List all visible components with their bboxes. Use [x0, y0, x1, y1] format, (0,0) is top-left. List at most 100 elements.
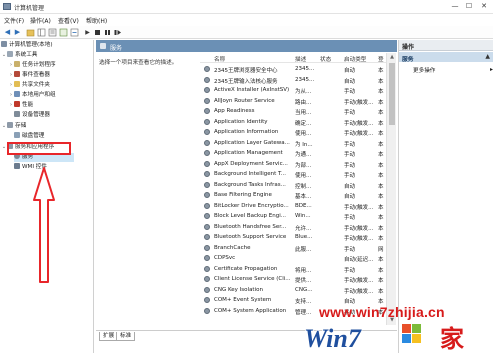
table-row[interactable]: ActiveX Installer (AxInstSV) 为从... 手动 本	[200, 85, 386, 96]
service-description: 控制...	[295, 183, 312, 190]
refresh-icon[interactable]	[59, 28, 68, 37]
forward-icon[interactable]: ▶	[13, 28, 22, 37]
description-text: 选择一个项目来查看它的描述。	[99, 60, 178, 66]
tree-item-disk-management[interactable]: 磁盘管理	[14, 132, 44, 141]
table-row[interactable]: CDPSvc 自动(延迟... 本	[200, 253, 386, 264]
more-actions-label: 更多操作	[413, 68, 436, 74]
start-service-icon[interactable]: ▶	[83, 28, 92, 37]
table-row[interactable]: Application Management 为通... 手动 本	[200, 148, 386, 159]
close-button[interactable]: ✕	[478, 2, 490, 11]
table-row[interactable]: AllJoyn Router Service 路由... 手动(触发... 本	[200, 96, 386, 107]
tree-item-task-scheduler[interactable]: › 任务计划程序	[8, 61, 56, 70]
scrollbar-thumb[interactable]	[389, 63, 395, 125]
tree-item-storage[interactable]: ⌄ 存储	[1, 122, 26, 131]
gear-icon	[204, 171, 210, 177]
tree-item-device-manager[interactable]: 设备管理器	[14, 111, 50, 120]
table-row[interactable]: Bluetooth Handsfree Ser... 允许... 手动(触发... 本	[200, 222, 386, 233]
table-row[interactable]: Application Layer Gatewa... 为 In... 手动 本	[200, 138, 386, 149]
menu-help[interactable]: 帮助(H)	[86, 16, 107, 25]
table-row[interactable]: 2345王牌输入法核心服务 2345... 自动 本	[200, 75, 386, 86]
service-startup-type: 手动	[344, 110, 356, 116]
service-startup-type: 手动(触发...	[344, 99, 374, 106]
table-row[interactable]: Application Identity 确定... 手动(触发... 本	[200, 117, 386, 128]
disk-icon	[14, 132, 20, 138]
service-logon: 本	[378, 267, 384, 274]
service-description: BDE...	[295, 202, 312, 209]
table-row[interactable]: Background Tasks Infras... 控制... 自动 本	[200, 180, 386, 191]
table-row[interactable]: App Readiness 当用... 手动 本	[200, 106, 386, 117]
properties-icon[interactable]	[48, 28, 57, 37]
table-row[interactable]: Certificate Propagation 将用... 手动 本	[200, 264, 386, 275]
scroll-up-icon[interactable]: ▲	[387, 53, 397, 62]
users-icon	[14, 91, 20, 97]
service-startup-type: 手动	[344, 141, 356, 148]
service-description: 为部...	[295, 162, 312, 169]
service-description: 允许...	[295, 225, 312, 232]
table-row[interactable]: Background Intelligent T... 使用... 手动 本	[200, 169, 386, 180]
gear-icon	[204, 265, 210, 272]
service-logon: 本	[378, 152, 384, 158]
service-startup-type: 手动(触发...	[344, 278, 374, 284]
service-logon: 本	[378, 162, 384, 169]
menu-action[interactable]: 操作(A)	[30, 16, 51, 25]
tree-item-local-users[interactable]: › 本地用户和组	[8, 91, 56, 100]
event-viewer-icon	[14, 71, 20, 77]
service-logon: 本	[378, 68, 384, 74]
table-row[interactable]: Block Level Backup Engi... Win... 手动 本	[200, 211, 386, 222]
actions-section-services[interactable]: 服务 ▲	[399, 52, 493, 63]
actions-title: 操作	[402, 44, 415, 51]
collapse-up-icon[interactable]: ▲	[485, 53, 490, 60]
service-name: COM+ System Application	[214, 307, 287, 314]
minimize-button[interactable]: —	[449, 2, 461, 11]
table-row[interactable]: BitLocker Drive Encryptio... BDE... 手动(触发.…	[200, 201, 386, 212]
service-startup-type: 手动	[344, 152, 356, 158]
tree-item-system-tools[interactable]: ⌄ 系统工具	[1, 51, 37, 60]
table-row[interactable]: CNG Key Isolation CNG... 手动(触发... 本	[200, 285, 386, 296]
column-header-status[interactable]: 状态	[320, 55, 331, 63]
clock-icon	[14, 61, 20, 67]
service-startup-type: 自动	[344, 68, 356, 74]
back-icon[interactable]: ◀	[3, 28, 12, 37]
service-startup-type: 手动	[344, 162, 356, 169]
service-logon: 本	[378, 257, 384, 263]
table-row[interactable]: Application Information 使用... 手动(触发... 本	[200, 127, 386, 138]
up-folder-icon[interactable]	[26, 28, 35, 37]
shared-folder-icon	[14, 81, 20, 87]
toolbar: ◀ ▶ ▶	[0, 26, 493, 39]
tree-item-shared-folders[interactable]: › 共享文件夹	[8, 81, 50, 90]
table-row[interactable]: Client License Service (Cli... 提供... 手动(触发…	[200, 274, 386, 285]
column-header-description[interactable]: 描述	[295, 55, 306, 63]
service-description: 管理...	[295, 309, 312, 316]
menu-file[interactable]: 文件(F)	[4, 16, 24, 25]
more-actions-link[interactable]: 更多操作 ▸	[413, 66, 493, 74]
tree-item-performance[interactable]: › 性能	[8, 101, 33, 110]
column-header-startup[interactable]: 启动类型	[344, 55, 366, 63]
service-description: CNG...	[295, 286, 313, 293]
pane-title: 服务	[110, 45, 123, 52]
menu-view[interactable]: 查看(V)	[58, 16, 79, 25]
maximize-button[interactable]: ☐	[463, 2, 475, 11]
service-logon: 本	[378, 194, 384, 200]
table-row[interactable]: Bluetooth Support Service Blue... 手动(触发...…	[200, 232, 386, 243]
service-description: 2345...	[295, 76, 315, 83]
tree-item-event-viewer[interactable]: › 事件查看器	[8, 71, 50, 80]
column-header-logon[interactable]: 登	[378, 55, 384, 63]
service-name: BitLocker Drive Encryptio...	[214, 202, 289, 209]
table-row[interactable]: BranchCache 此服... 手动 网	[200, 243, 386, 254]
service-logon: 本	[378, 131, 384, 137]
gear-icon	[100, 43, 106, 49]
pause-service-icon[interactable]	[103, 28, 112, 37]
tree-item-root[interactable]: 计算机管理(本地)	[1, 41, 53, 50]
column-header-name[interactable]: 名称	[214, 55, 225, 63]
export-list-icon[interactable]	[70, 28, 79, 37]
vertical-scrollbar[interactable]: ▲ ▼	[386, 53, 396, 325]
restart-service-icon[interactable]	[113, 28, 122, 37]
tree-item-wmi[interactable]: WMI 控件	[14, 163, 47, 172]
table-row[interactable]: AppX Deployment Servic... 为部... 手动 本	[200, 159, 386, 170]
table-row[interactable]: Base Filtering Engine 基本... 自动 本	[200, 190, 386, 201]
tab-standard[interactable]: 标准	[116, 332, 136, 341]
show-tree-icon[interactable]	[37, 28, 46, 37]
navigation-tree: 计算机管理(本地) ⌄ 系统工具 › 任务计划程序 › 事件查看器 › 共享文件夹 › 本…	[0, 40, 94, 353]
table-row[interactable]: 2345王牌浏览器安全中心 2345... 自动 本	[200, 64, 386, 75]
stop-service-icon[interactable]	[93, 28, 102, 37]
